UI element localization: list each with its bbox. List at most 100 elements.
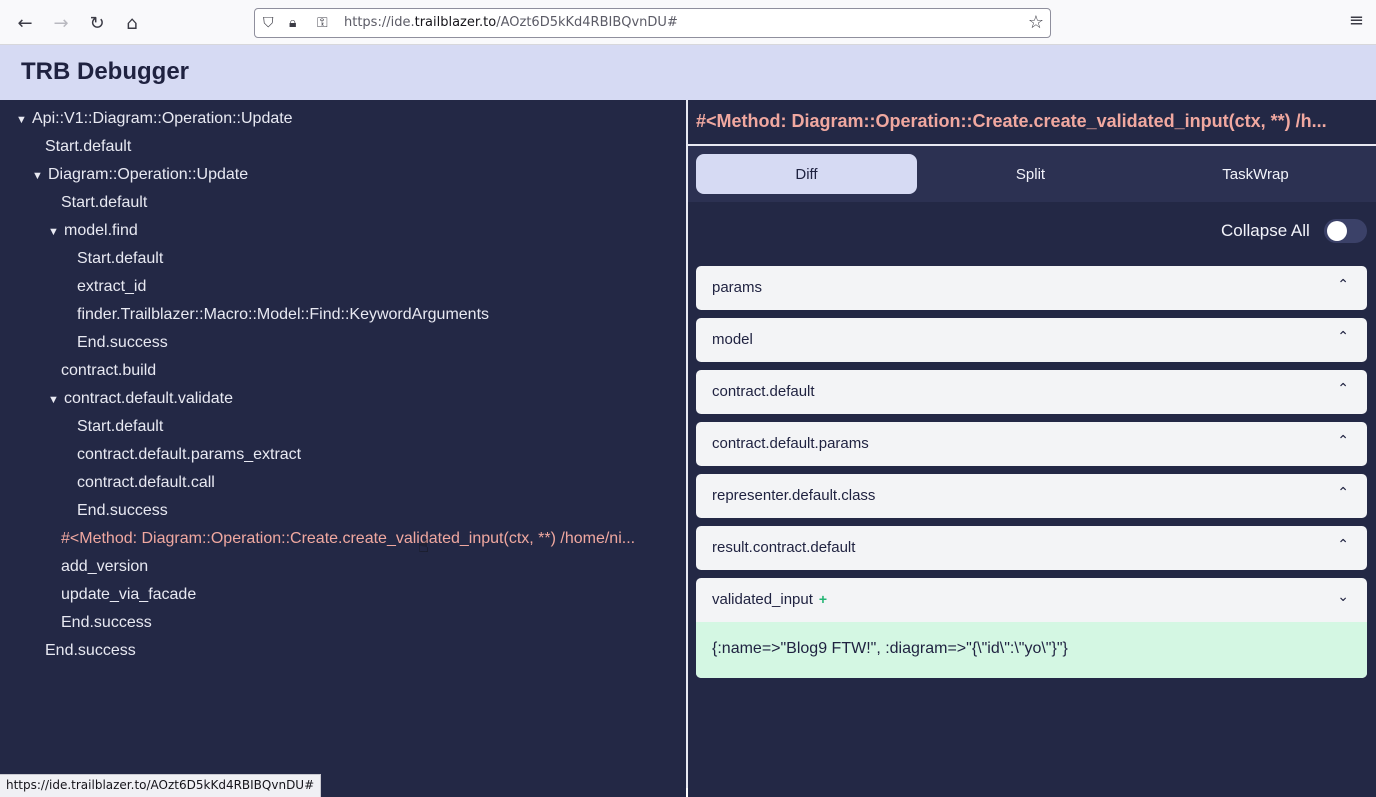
section-result-contract-default[interactable]: result.contract.default ⌃ bbox=[696, 526, 1367, 570]
page-title: TRB Debugger bbox=[21, 58, 189, 85]
expand-caret-icon[interactable]: ▼ bbox=[48, 218, 64, 245]
chevron-down-icon[interactable]: ⌄ bbox=[1337, 589, 1349, 605]
tree-item-label: finder.Trailblazer::Macro::Model::Find::… bbox=[77, 306, 490, 323]
tree-item-label: #<Method: Diagram::Operation::Create.cre… bbox=[61, 530, 636, 547]
tree-item-label: End.success bbox=[45, 642, 136, 659]
tree-item-label: contract.default.validate bbox=[64, 390, 233, 407]
chevron-up-icon[interactable]: ⌃ bbox=[1337, 485, 1349, 501]
tree-item-label: Api::V1::Diagram::Operation::Update bbox=[32, 110, 293, 127]
section-label: representer.default.class bbox=[712, 487, 875, 504]
tree-item-label: contract.default.params_extract bbox=[77, 446, 302, 463]
tree-item[interactable]: End.success bbox=[61, 609, 672, 637]
tree-item-label: Start.default bbox=[77, 418, 164, 435]
section-model[interactable]: model ⌃ bbox=[696, 318, 1367, 362]
hand-cursor-icon: ☝ bbox=[418, 536, 429, 557]
collapse-all-label: Collapse All bbox=[1221, 221, 1310, 240]
reload-button[interactable]: ↻ bbox=[82, 8, 112, 38]
tree-item[interactable]: ▼ Api::V1::Diagram::Operation::Update bbox=[16, 105, 672, 133]
expand-caret-icon[interactable]: ▼ bbox=[32, 162, 48, 189]
tree-item[interactable]: #<Method: Diagram::Operation::Create.cre… bbox=[61, 525, 672, 553]
browser-toolbar: ← → ↻ ⌂ ⛉ 🔒︎ ⚿ https://ide.trailblazer.t… bbox=[0, 0, 1376, 45]
tree-item-label: contract.default.call bbox=[77, 474, 215, 491]
hamburger-menu-icon[interactable]: ≡ bbox=[1349, 10, 1364, 31]
chevron-up-icon[interactable]: ⌃ bbox=[1337, 277, 1349, 293]
tab-diff[interactable]: Diff bbox=[696, 154, 917, 194]
chevron-up-icon[interactable]: ⌃ bbox=[1337, 329, 1349, 345]
tree-item[interactable]: finder.Trailblazer::Macro::Model::Find::… bbox=[77, 301, 672, 329]
reload-icon: ↻ bbox=[89, 12, 105, 34]
tree-item[interactable]: End.success bbox=[77, 497, 672, 525]
tree-item-label: contract.build bbox=[61, 362, 157, 379]
tree-item[interactable]: add_version bbox=[61, 553, 672, 581]
section-value-added: {:name=>"Blog9 FTW!", :diagram=>"{\"id\"… bbox=[696, 622, 1367, 678]
section-representer-default-class[interactable]: representer.default.class ⌃ bbox=[696, 474, 1367, 518]
permissions-icon[interactable]: ⚿ bbox=[317, 15, 328, 31]
arrow-left-icon: ← bbox=[17, 12, 33, 34]
arrow-right-icon: → bbox=[53, 12, 69, 34]
section-label: contract.default.params bbox=[712, 435, 869, 452]
section-label: model bbox=[712, 331, 753, 348]
tree-item[interactable]: ▼ Diagram::Operation::Update bbox=[32, 161, 672, 189]
tree-item-label: Start.default bbox=[61, 194, 148, 211]
tree-item-label: Start.default bbox=[77, 250, 164, 267]
chevron-up-icon[interactable]: ⌃ bbox=[1337, 381, 1349, 397]
tree-item-label: End.success bbox=[61, 614, 152, 631]
chevron-up-icon[interactable]: ⌃ bbox=[1337, 433, 1349, 449]
lock-icon[interactable]: 🔒︎ bbox=[289, 15, 296, 31]
tree-item-label: End.success bbox=[77, 502, 168, 519]
tree-item[interactable]: Start.default bbox=[77, 413, 672, 441]
tree-item[interactable]: Start.default bbox=[45, 133, 672, 161]
tree-item[interactable]: End.success bbox=[45, 637, 672, 665]
expand-caret-icon[interactable]: ▼ bbox=[16, 106, 32, 133]
tree-item-label: End.success bbox=[77, 334, 168, 351]
address-bar[interactable]: ⛉ 🔒︎ ⚿ https://ide.trailblazer.to/AOzt6D… bbox=[254, 8, 1051, 38]
status-bar-url: https://ide.trailblazer.to/AOzt6D5kKd4RB… bbox=[0, 774, 322, 797]
tree-item[interactable]: contract.default.call bbox=[77, 469, 672, 497]
detail-title: #<Method: Diagram::Operation::Create.cre… bbox=[696, 111, 1327, 131]
section-label-text: contract.default bbox=[712, 383, 815, 400]
tree-item-label: extract_id bbox=[77, 278, 147, 295]
section-label-text: result.contract.default bbox=[712, 539, 856, 556]
shield-icon[interactable]: ⛉ bbox=[263, 15, 274, 31]
chevron-up-icon[interactable]: ⌃ bbox=[1337, 537, 1349, 553]
trace-tree: ▼ Api::V1::Diagram::Operation::Update Star… bbox=[0, 100, 686, 797]
app-header: TRB Debugger bbox=[0, 45, 1376, 100]
tree-item-label: Diagram::Operation::Update bbox=[48, 166, 249, 183]
tab-taskwrap[interactable]: TaskWrap bbox=[1145, 154, 1366, 194]
section-label-text: model bbox=[712, 331, 753, 348]
section-label: contract.default bbox=[712, 383, 815, 400]
section-params[interactable]: params ⌃ bbox=[696, 266, 1367, 310]
url-text[interactable]: https://ide.trailblazer.to/AOzt6D5kKd4RB… bbox=[344, 15, 678, 30]
tree-item[interactable]: Start.default bbox=[77, 245, 672, 273]
bookmark-star-icon[interactable]: ☆ bbox=[1028, 12, 1044, 33]
tree-item-label: model.find bbox=[64, 222, 138, 239]
tree-item[interactable]: End.success bbox=[77, 329, 672, 357]
section-label: result.contract.default bbox=[712, 539, 855, 556]
tree-item-label: update_via_facade bbox=[61, 586, 197, 603]
section-validated-input[interactable]: validated_input + ⌄ {:name=>"Blog9 FTW!", :… bbox=[696, 578, 1367, 678]
added-badge: + bbox=[818, 591, 828, 607]
section-contract-default[interactable]: contract.default ⌃ bbox=[696, 370, 1367, 414]
tree-item[interactable]: ▼ model.find bbox=[48, 217, 672, 245]
tree-item[interactable]: Start.default bbox=[61, 189, 672, 217]
section-label-text: contract.default.params bbox=[712, 435, 869, 452]
tree-item[interactable]: extract_id bbox=[77, 273, 672, 301]
tree-item[interactable]: contract.default.params_extract bbox=[77, 441, 672, 469]
tree-item[interactable]: contract.build bbox=[61, 357, 672, 385]
expand-caret-icon[interactable]: ▼ bbox=[48, 386, 64, 413]
tree-item-label: add_version bbox=[61, 558, 149, 575]
view-tabs: Diff Split TaskWrap bbox=[688, 146, 1376, 202]
home-icon: ⌂ bbox=[126, 12, 138, 34]
section-contract-default-params[interactable]: contract.default.params ⌃ bbox=[696, 422, 1367, 466]
tree-item[interactable]: ▼ contract.default.validate bbox=[48, 385, 672, 413]
back-button[interactable]: ← bbox=[10, 8, 40, 38]
tree-item-label: Start.default bbox=[45, 138, 132, 155]
section-label: validated_input + bbox=[712, 591, 827, 608]
section-value: {:name=>"Blog9 FTW!", :diagram=>"{\"id\"… bbox=[712, 640, 1068, 657]
collapse-all-toggle[interactable] bbox=[1324, 219, 1367, 243]
tree-item[interactable]: update_via_facade bbox=[61, 581, 672, 609]
section-label-text: params bbox=[712, 279, 763, 296]
home-button[interactable]: ⌂ bbox=[117, 8, 147, 38]
forward-button[interactable]: → bbox=[46, 8, 76, 38]
tab-split[interactable]: Split bbox=[920, 154, 1141, 194]
